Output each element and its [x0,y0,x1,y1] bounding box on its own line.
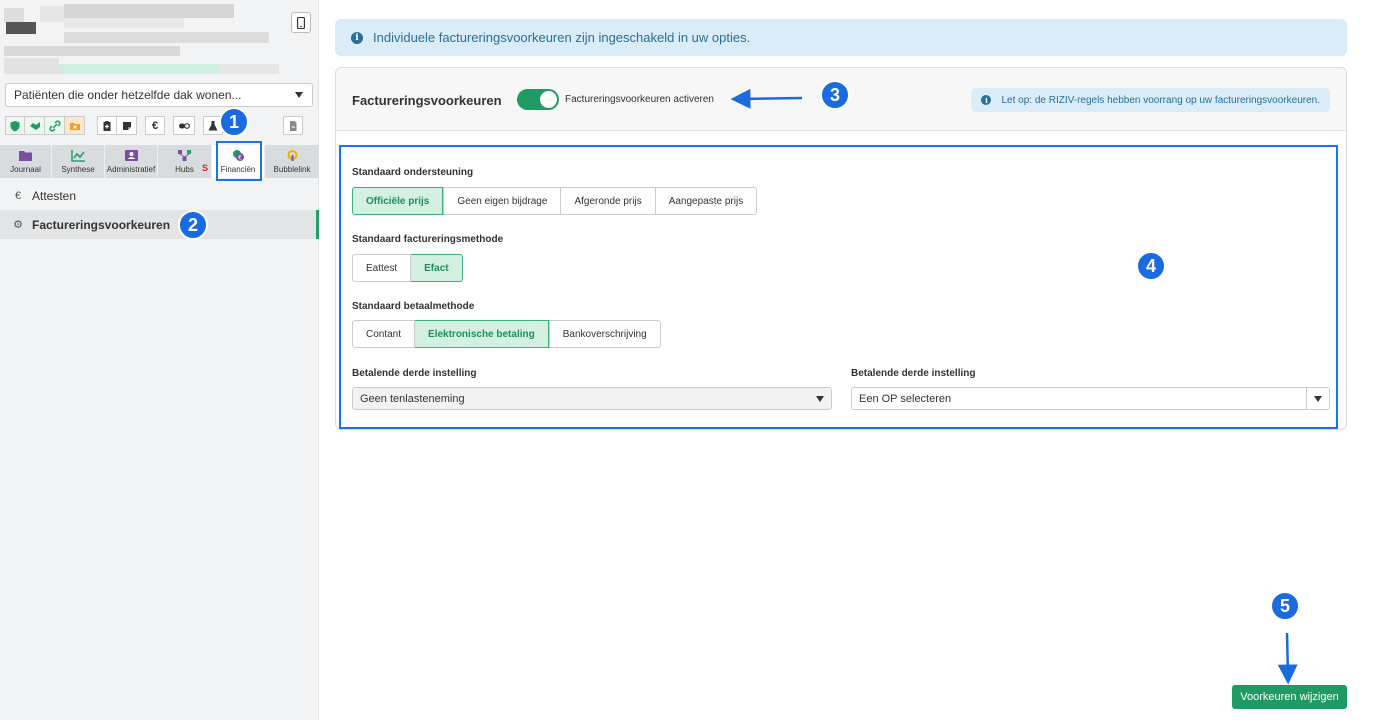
gear-icon: ⚙ [13,219,23,231]
annotation-badge-4: 4 [1136,251,1166,281]
chart-line-icon [70,150,85,162]
preferences-toggle[interactable] [517,89,559,110]
tab-bubblelink[interactable]: Bubblelink [265,145,319,178]
tab-journaal[interactable]: Journaal [0,145,52,178]
euro-icon: € [14,189,22,202]
euro-button[interactable]: € [145,116,165,135]
arrow-to-save-button [1277,632,1298,685]
folder-icon [19,151,32,161]
module-tabs: Journaal Synthese Administratief Hubs S … [0,145,319,178]
clipboard-icon [103,120,111,131]
shield-check-button[interactable] [5,116,25,135]
tab-bubblelink-label: Bubblelink [273,165,311,174]
handshake-icon [29,121,40,130]
folder-x-icon [69,122,80,130]
pills-icon [179,122,190,129]
clipboard-button[interactable] [97,116,117,135]
file-pdf-icon [290,120,297,131]
folder-cancel-button[interactable] [65,116,85,135]
tab-journaal-label: Journaal [10,165,41,174]
save-preferences-button[interactable]: Voorkeuren wijzigen [1232,685,1347,709]
highlight-form-area [339,145,1338,429]
sidebar-item-attesten-label: Attesten [32,188,77,203]
annotation-badge-1: 1 [219,107,249,137]
handshake-button[interactable] [25,116,45,135]
flask-icon [208,120,218,130]
tab-hubs[interactable]: Hubs S [158,145,212,178]
id-card-icon [124,150,138,161]
mobile-button[interactable] [291,12,311,33]
euro-icon: € [151,119,159,132]
shield-icon [10,120,20,131]
annotation-badge-5: 5 [1270,591,1300,621]
mobile-phone-icon [296,16,306,29]
quick-action-toolbar: € [5,116,303,136]
pdf-button[interactable] [283,116,303,135]
info-banner-text: Individuele factureringsvoorkeuren zijn … [373,30,751,45]
info-icon: i [351,31,363,44]
tab-administratief[interactable]: Administratief [105,145,158,178]
caret-down-icon [295,92,303,98]
info-icon: i [981,95,992,105]
riziv-note-text: Let op: de RIZIV-regels hebben voorrang … [1001,94,1320,106]
sticky-note-icon [122,121,131,130]
panel-title: Factureringsvoorkeuren [352,93,502,108]
patient-info-blurred [4,2,284,80]
sidebar-item-factureringsvoorkeuren[interactable]: ⚙ Factureringsvoorkeuren [0,210,319,239]
patient-group-select[interactable]: Patiënten die onder hetzelfde dak wonen.… [5,83,313,107]
riziv-note: i Let op: de RIZIV-regels hebben voorran… [971,88,1330,112]
link-button[interactable] [45,116,65,135]
medication-button[interactable] [173,116,195,135]
patient-group-select-value: Patiënten die onder hetzelfde dak wonen.… [14,88,242,102]
annotation-badge-3: 3 [820,80,850,110]
sidebar-item-attesten[interactable]: € Attesten [0,181,319,210]
toggle-knob [540,91,557,108]
tab-synthese[interactable]: Synthese [52,145,105,178]
tab-hubs-label: Hubs [175,165,194,174]
sidebar-item-factureringsvoorkeuren-label: Factureringsvoorkeuren [32,217,171,232]
note-button[interactable] [117,116,137,135]
annotation-badge-2: 2 [178,210,208,240]
tab-synthese-label: Synthese [61,165,95,174]
sidebar: Patiënten die onder hetzelfde dak wonen.… [0,0,319,720]
bubblelink-icon [287,150,297,161]
tab-administratief-label: Administratief [106,165,156,174]
hubs-status-badge: S [201,163,208,173]
info-banner: i Individuele factureringsvoorkeuren zij… [335,19,1347,56]
link-icon [49,120,60,131]
hub-network-icon [178,150,191,161]
highlight-financien-tab [216,141,262,181]
toggle-label: Factureringsvoorkeuren activeren [565,94,714,105]
